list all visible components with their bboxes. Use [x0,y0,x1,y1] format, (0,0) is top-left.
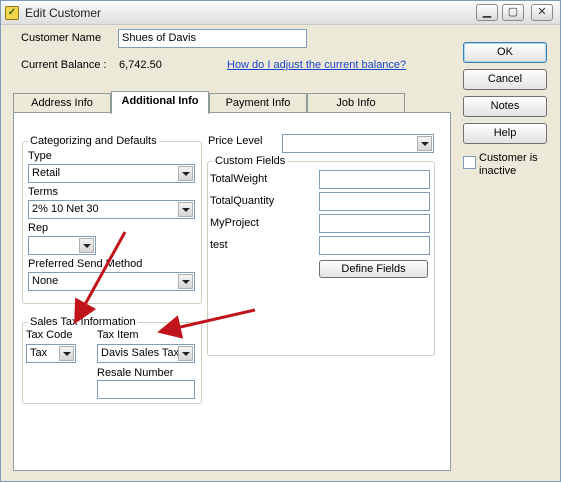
notes-button[interactable]: Notes [463,96,547,117]
terms-value: 2% 10 Net 30 [32,203,99,215]
type-select[interactable]: Retail [28,164,195,183]
send-method-value: None [32,275,59,287]
custom-field-input[interactable] [319,236,430,255]
custom-field-label: TotalQuantity [210,195,275,207]
help-button[interactable]: Help [463,123,547,144]
tax-item-value: Davis Sales Tax [101,347,180,359]
current-balance-label: Current Balance : [21,59,107,71]
tax-code-label: Tax Code [26,329,73,341]
send-method-label: Preferred Send Method [28,258,143,270]
title-bar: ✓ Edit Customer ▁ ▢ ✕ [1,1,560,25]
additional-info-panel: Categorizing and Defaults Type Retail Te… [13,112,451,471]
tax-code-value: Tax [30,347,48,359]
rep-label: Rep [28,222,49,234]
maximize-icon: ▢ [507,6,519,18]
cancel-button[interactable]: Cancel [463,69,547,90]
ok-button[interactable]: OK [463,42,547,63]
chevron-down-icon[interactable] [79,238,94,253]
tab-job-info[interactable]: Job Info [307,93,405,113]
adjust-balance-link[interactable]: How do I adjust the current balance? [227,59,406,71]
chevron-down-icon[interactable] [178,166,193,181]
define-fields-button[interactable]: Define Fields [319,260,428,278]
type-label: Type [28,150,52,162]
custom-field-label: MyProject [210,217,259,229]
custom-field-input[interactable] [319,170,430,189]
customer-inactive-checkbox[interactable] [463,156,476,169]
type-value: Retail [32,167,61,179]
custom-field-label: TotalWeight [210,173,268,185]
chevron-down-icon[interactable] [59,346,74,361]
tax-item-select[interactable]: Davis Sales Tax [97,344,195,363]
terms-label: Terms [28,186,58,198]
chevron-down-icon[interactable] [178,274,193,289]
chevron-down-icon[interactable] [417,136,432,151]
categorizing-group-title: Categorizing and Defaults [28,135,159,147]
custom-field-input[interactable] [319,192,430,211]
custom-field-label: test [210,239,228,251]
current-balance-value: 6,742.50 [119,59,162,71]
edit-customer-window: ✓ Edit Customer ▁ ▢ ✕ Customer Name Shue… [0,0,561,482]
tab-address-info[interactable]: Address Info [13,93,111,113]
resale-number-input[interactable] [97,380,195,399]
custom-field-input[interactable] [319,214,430,233]
minimize-icon: ▁ [482,6,492,18]
window-title: Edit Customer [25,6,102,20]
rep-select[interactable] [28,236,96,255]
price-level-select[interactable] [282,134,434,153]
close-icon: ✕ [537,6,547,18]
terms-select[interactable]: 2% 10 Net 30 [28,200,195,219]
tax-code-select[interactable]: Tax [26,344,76,363]
custom-fields-group [207,161,435,356]
close-button[interactable]: ✕ [531,4,553,21]
maximize-button[interactable]: ▢ [502,4,524,21]
minimize-button[interactable]: ▁ [476,4,498,21]
customer-name-label: Customer Name [21,32,102,44]
tax-item-label: Tax Item [97,329,139,341]
quickbooks-app-icon: ✓ [5,6,19,20]
send-method-select[interactable]: None [28,272,195,291]
price-level-label: Price Level [208,135,263,147]
chevron-down-icon[interactable] [178,346,193,361]
resale-number-label: Resale Number [97,367,174,379]
custom-fields-group-title: Custom Fields [213,155,288,167]
sales-tax-group-title: Sales Tax Information [28,316,138,328]
chevron-down-icon[interactable] [178,202,193,217]
customer-inactive-label: Customer is inactive [479,152,538,177]
tab-payment-info[interactable]: Payment Info [209,93,307,113]
tab-additional-info[interactable]: Additional Info [111,91,209,114]
customer-name-input[interactable]: Shues of Davis [118,29,307,48]
